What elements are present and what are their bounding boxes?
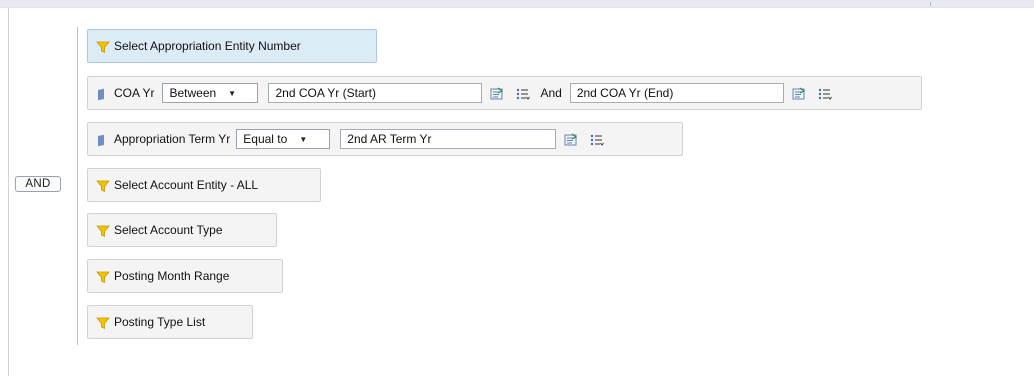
operator-bracket-line (77, 27, 78, 345)
list-values-icon[interactable] (590, 133, 605, 147)
funnel-icon (96, 41, 110, 54)
filter-label: Appropriation Term Yr (114, 132, 231, 146)
range-and-label: And (540, 86, 562, 100)
list-values-icon[interactable] (516, 87, 531, 101)
filter-account-entity[interactable]: Select Account Entity - ALL (87, 168, 321, 202)
filter-label: Select Account Type (114, 223, 223, 237)
funnel-icon (96, 180, 110, 193)
filter-coa-yr[interactable]: COA Yr Between ▼ 2nd COA Yr (Start) And … (87, 76, 922, 110)
filter-account-type[interactable]: Select Account Type (87, 213, 277, 247)
divider-tick (930, 2, 931, 6)
dimension-flag-icon (98, 134, 104, 146)
coa-yr-end-field[interactable]: 2nd COA Yr (End) (569, 83, 784, 103)
term-yr-field[interactable]: 2nd AR Term Yr (340, 129, 557, 149)
filter-posting-type-list[interactable]: Posting Type List (87, 305, 253, 339)
prompt-value-icon[interactable] (564, 133, 578, 147)
dimension-flag-icon (98, 88, 104, 100)
operator-value: Equal to (243, 132, 288, 146)
operator-select[interactable]: Equal to ▼ (236, 129, 331, 149)
prompt-value-icon[interactable] (490, 87, 504, 101)
panel-border (8, 8, 9, 376)
operator-value: Between (169, 86, 217, 100)
filter-label: Select Appropriation Entity Number (114, 39, 301, 53)
top-strip (0, 0, 1034, 8)
and-operator-button[interactable]: AND (15, 176, 61, 192)
chevron-down-icon: ▼ (228, 88, 237, 98)
funnel-icon (96, 271, 110, 284)
operator-select[interactable]: Between ▼ (162, 83, 259, 103)
filter-label: Select Account Entity - ALL (114, 178, 259, 192)
funnel-icon (96, 317, 110, 330)
coa-yr-start-field[interactable]: 2nd COA Yr (Start) (268, 83, 483, 103)
filter-appropriation-term-yr[interactable]: Appropriation Term Yr Equal to ▼ 2nd AR … (87, 122, 683, 156)
funnel-icon (96, 225, 110, 238)
filter-posting-month-range[interactable]: Posting Month Range (87, 259, 283, 293)
prompt-value-icon[interactable] (792, 87, 806, 101)
filter-label: Posting Month Range (114, 269, 230, 283)
filter-label: Posting Type List (114, 315, 206, 329)
filter-appropriation-entity[interactable]: Select Appropriation Entity Number (87, 29, 377, 63)
chevron-down-icon: ▼ (299, 134, 308, 144)
list-values-icon[interactable] (818, 87, 832, 101)
filter-label: COA Yr (114, 86, 155, 100)
